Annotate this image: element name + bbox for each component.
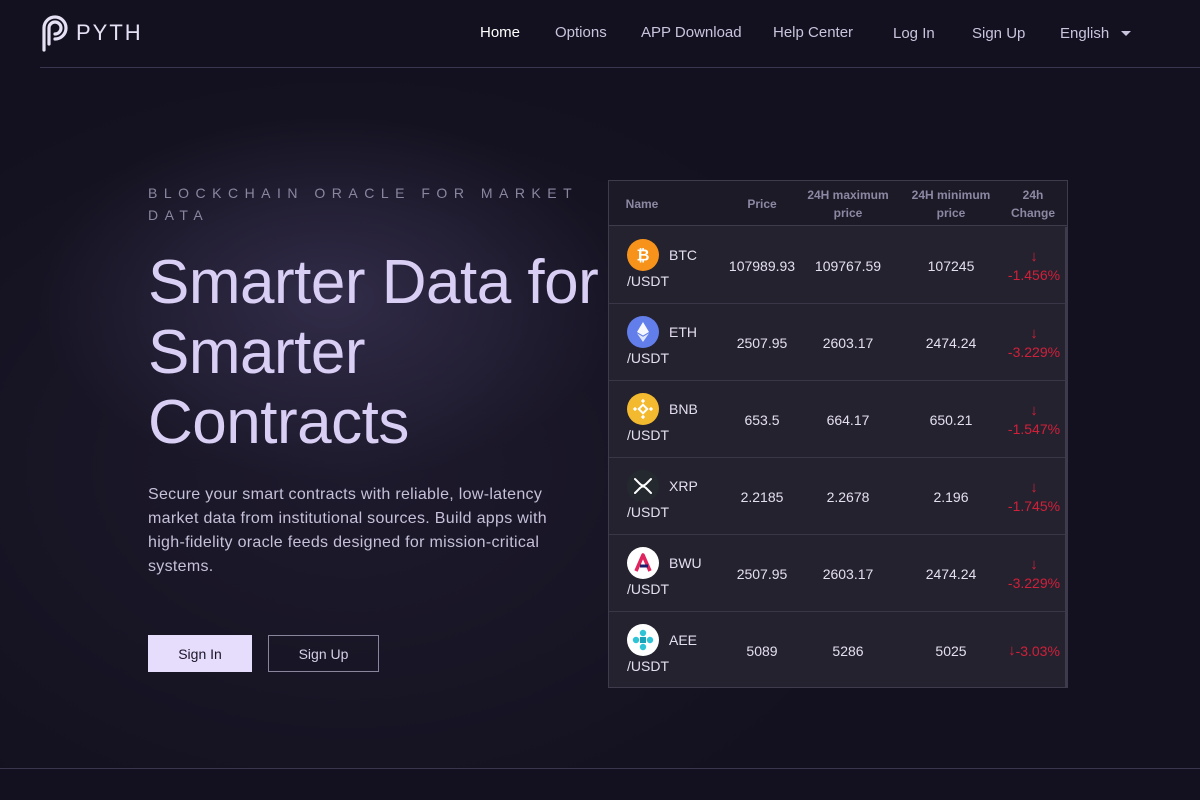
nav-help-center[interactable]: Help Center — [773, 24, 853, 41]
coin-quote: /USDT — [627, 504, 669, 520]
high-cell: 2603.17 — [822, 334, 874, 351]
change-value: -1.547% — [1007, 420, 1061, 437]
coin-symbol: XRP — [669, 478, 698, 494]
change-value: -1.456% — [1007, 266, 1061, 283]
col-24h-min: 24H minimum price — [911, 187, 991, 220]
change-cell: ↓ -3.229% — [1001, 535, 1067, 612]
low-cell: 2.196 — [933, 488, 969, 505]
change-cell: ↓ -1.456% — [1001, 227, 1067, 304]
coin-symbol: BNB — [669, 401, 698, 417]
coin-quote: /USDT — [627, 273, 669, 289]
brand-name: PYTH — [76, 20, 143, 45]
language-selector[interactable]: English — [1060, 25, 1132, 42]
sign-in-button[interactable]: Sign In — [148, 635, 252, 672]
coin-symbol: ETH — [669, 324, 697, 340]
table-row[interactable]: AEE /USDT 5089 5286 5025 ↓ -3.03% — [609, 612, 1067, 689]
table-row[interactable]: BNB /USDT 653.5 664.17 650.21 ↓ -1.547% — [609, 381, 1067, 458]
table-row[interactable]: ₿ BTC /USDT 107989.93 109767.59 107245 ↓… — [609, 227, 1067, 304]
price-cell: 2.2185 — [740, 488, 784, 505]
high-cell: 2603.17 — [822, 565, 874, 582]
price-cell: 5089 — [746, 642, 778, 659]
table-header: Name Price 24H maximum price 24H minimum… — [609, 181, 1067, 226]
arrow-down-icon: ↓ — [1008, 641, 1016, 659]
table-row[interactable]: XRP /USDT 2.2185 2.2678 2.196 ↓ -1.745% — [609, 458, 1067, 535]
arrow-down-icon: ↓ — [1030, 247, 1038, 265]
nav-home[interactable]: Home — [480, 24, 520, 41]
coin-symbol: BTC — [669, 247, 697, 263]
arrow-down-icon: ↓ — [1030, 401, 1038, 419]
login-link[interactable]: Log In — [893, 25, 935, 42]
coin-symbol: AEE — [669, 632, 698, 648]
coin-quote: /USDT — [627, 427, 669, 443]
top-navbar: PYTH Home Options APP Download Help Cent… — [40, 0, 1200, 68]
hero-subtext: Secure your smart contracts with reliabl… — [148, 486, 547, 575]
change-value: -3.229% — [1007, 574, 1061, 591]
col-price: Price — [747, 196, 777, 211]
bwu-icon — [627, 547, 659, 579]
market-table: Name Price 24H maximum price 24H minimum… — [608, 180, 1068, 688]
col-24h-max: 24H maximum price — [807, 187, 889, 220]
xrp-icon — [627, 470, 659, 502]
low-cell: 107245 — [927, 257, 975, 274]
change-value: -3.229% — [1007, 343, 1061, 360]
nav-options[interactable]: Options — [555, 24, 607, 41]
hero-headline: Smarter Data for Smarter Contracts — [148, 248, 599, 457]
table-row[interactable]: ETH /USDT 2507.95 2603.17 2474.24 ↓ -3.2… — [609, 304, 1067, 381]
low-cell: 2474.24 — [925, 565, 977, 582]
aee-icon — [627, 624, 659, 656]
change-value: -1.745% — [1007, 497, 1061, 514]
coin-symbol: BWU — [669, 555, 702, 571]
change-value: -3.03% — [1015, 642, 1060, 659]
change-cell: ↓ -1.745% — [1001, 458, 1067, 535]
high-cell: 5286 — [832, 642, 864, 659]
bitcoin-icon: ₿ — [627, 239, 659, 271]
low-cell: 650.21 — [929, 411, 973, 428]
low-cell: 5025 — [935, 642, 967, 659]
low-cell: 2474.24 — [925, 334, 977, 351]
bnb-icon — [627, 393, 659, 425]
language-label: English — [1060, 25, 1110, 42]
high-cell: 2.2678 — [826, 488, 870, 505]
hero-eyebrow: BLOCKCHAIN ORACLE FOR MARKET DATA — [148, 185, 578, 223]
coin-quote: /USDT — [627, 581, 669, 597]
change-cell: ↓ -3.03% — [1001, 612, 1067, 689]
arrow-down-icon: ↓ — [1030, 324, 1038, 342]
svg-text:₿: ₿ — [636, 246, 649, 265]
high-cell: 109767.59 — [814, 257, 882, 274]
price-cell: 107989.93 — [728, 257, 796, 274]
table-scrollbar[interactable] — [1065, 227, 1067, 687]
footer-divider — [0, 768, 1200, 769]
arrow-down-icon: ↓ — [1030, 478, 1038, 496]
arrow-down-icon: ↓ — [1030, 555, 1038, 573]
sign-up-button[interactable]: Sign Up — [268, 635, 379, 672]
price-cell: 2507.95 — [736, 565, 788, 582]
price-cell: 2507.95 — [736, 334, 788, 351]
ethereum-icon — [627, 316, 659, 348]
coin-quote: /USDT — [627, 658, 669, 674]
change-cell: ↓ -1.547% — [1001, 381, 1067, 458]
change-cell: ↓ -3.229% — [1001, 304, 1067, 381]
pyth-logo-icon — [42, 15, 68, 52]
nav-app-download[interactable]: APP Download — [641, 24, 742, 41]
brand-logo[interactable]: PYTH — [40, 14, 143, 52]
chevron-down-icon — [1121, 31, 1132, 36]
coin-quote: /USDT — [627, 350, 669, 366]
col-name: Name — [625, 196, 659, 211]
table-row[interactable]: BWU /USDT 2507.95 2603.17 2474.24 ↓ -3.2… — [609, 535, 1067, 612]
high-cell: 664.17 — [826, 411, 870, 428]
signup-link[interactable]: Sign Up — [972, 25, 1025, 42]
price-cell: 653.5 — [744, 411, 780, 428]
col-24h-change: 24h Change — [1010, 187, 1055, 220]
